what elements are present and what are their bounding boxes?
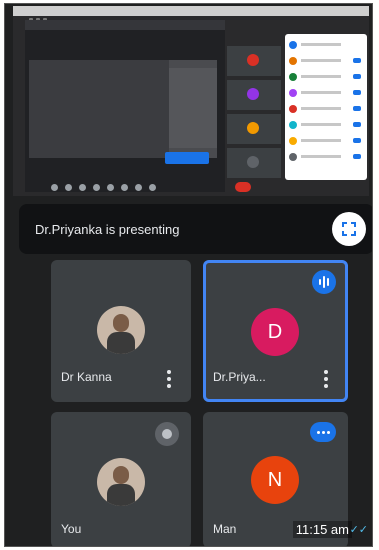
participant-tile[interactable]: Dr Kanna bbox=[51, 260, 191, 402]
shared-screen-people-panel bbox=[285, 34, 367, 180]
participant-tile[interactable]: You bbox=[51, 412, 191, 546]
audio-wave-icon bbox=[312, 270, 336, 294]
shared-screen-end-call bbox=[235, 182, 251, 192]
more-vert-icon[interactable] bbox=[324, 370, 330, 388]
shared-screen-tiles bbox=[227, 46, 281, 186]
shared-screen-toolbar bbox=[51, 178, 221, 191]
fullscreen-button[interactable] bbox=[332, 212, 366, 246]
more-vert-icon[interactable] bbox=[167, 370, 173, 388]
shared-screen bbox=[13, 6, 369, 196]
presenting-text: Dr.Priyanka is presenting bbox=[35, 222, 180, 237]
message-time: 11:15 am bbox=[292, 521, 352, 538]
double-check-icon: ✓✓ bbox=[349, 524, 368, 536]
participant-name: Dr Kanna bbox=[61, 370, 112, 384]
fullscreen-icon bbox=[342, 222, 356, 236]
shared-screen-button bbox=[165, 152, 209, 164]
participant-name: You bbox=[61, 522, 82, 536]
participant-name: Man bbox=[213, 522, 237, 536]
avatar-letter: N bbox=[251, 456, 299, 504]
participant-tile-active[interactable]: D Dr.Priya... bbox=[203, 260, 348, 402]
mic-off-icon bbox=[155, 422, 179, 446]
avatar bbox=[97, 458, 145, 506]
presenting-bar: Dr.Priyanka is presenting bbox=[19, 204, 372, 254]
shared-screen-main bbox=[25, 20, 225, 192]
chat-image-frame: Dr.Priyanka is presenting Dr Kanna D Dr.… bbox=[4, 3, 373, 547]
shared-screen-titlebar bbox=[13, 6, 369, 22]
avatar-letter: D bbox=[251, 308, 299, 356]
participant-name: Dr.Priya... bbox=[213, 370, 266, 384]
dots-icon[interactable] bbox=[310, 422, 336, 442]
avatar bbox=[97, 306, 145, 354]
